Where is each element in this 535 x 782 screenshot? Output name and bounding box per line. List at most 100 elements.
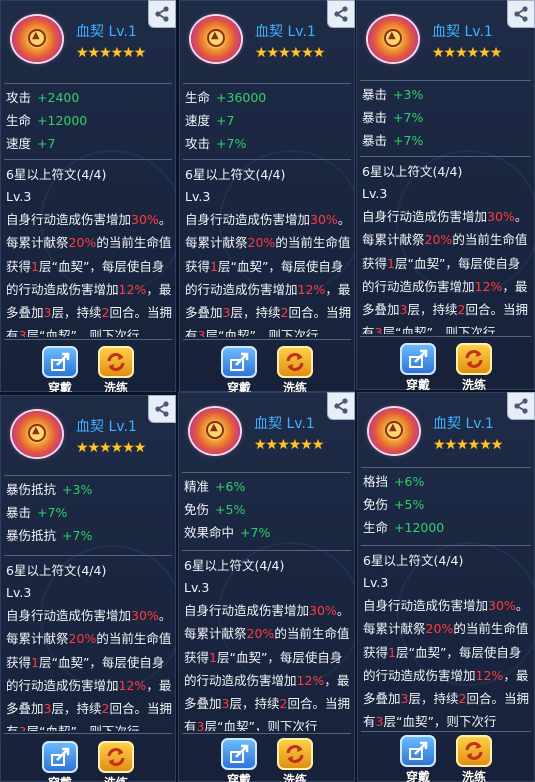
share-button[interactable] xyxy=(327,0,355,28)
set-bonus-description: 自身行动造成伤害增加30%。每累计献祭20%的当前生命值获得1层“血契”，每层使… xyxy=(185,208,351,337)
desc-text: 层“血契”，则下次行 xyxy=(26,328,140,337)
rune-card: 血契 Lv.1 ★★★★★★ 暴伤抵抗 +3% 暴击 +7% 暴伤抵抗 +7% 6星以上符文(4… xyxy=(0,395,176,782)
reforge-button[interactable]: 洗练 xyxy=(274,346,316,392)
share-button[interactable] xyxy=(327,392,355,420)
star-rating: ★★★★★★ xyxy=(254,437,324,453)
equip-label: 穿戴 xyxy=(405,378,430,390)
star-rating: ★★★★★★ xyxy=(432,45,502,61)
reforge-label: 洗练 xyxy=(103,381,128,392)
divider xyxy=(183,339,351,340)
equip-button[interactable]: 穿戴 xyxy=(218,346,260,392)
equip-button[interactable]: 穿戴 xyxy=(397,343,439,390)
reforge-button[interactable]: 洗练 xyxy=(274,738,316,782)
set-bonus-level: Lv.3 xyxy=(362,186,388,201)
stat-name: 攻击 xyxy=(6,90,32,105)
set-bonus: 6星以上符文(4/4) Lv.3 自身行动造成伤害增加30%。每累计献祭20%的当前… xyxy=(185,164,351,337)
highlight-value: 12% xyxy=(296,672,325,688)
stat-list: 格挡 +6% 免伤 +5% 生命 +12000 xyxy=(363,470,444,539)
set-bonus: 6星以上符文(4/4) Lv.3 自身行动造成伤害增加30%。每累计献祭20%的当前… xyxy=(6,164,172,337)
stat-name: 效果命中 xyxy=(184,525,235,540)
share-button[interactable] xyxy=(148,395,176,423)
stat-value: +5% xyxy=(394,497,425,512)
rune-title: 血契 Lv.1 xyxy=(254,416,315,432)
reforge-icon xyxy=(98,741,134,773)
desc-text: 层“血契”，则下次行 xyxy=(205,328,319,337)
stat-value: +6% xyxy=(215,479,246,494)
rune-title: 血契 Lv.1 xyxy=(255,24,316,40)
action-buttons: 穿戴 洗练 xyxy=(397,735,495,782)
set-bonus-description: 自身行动造成伤害增加30%。每累计献祭20%的当前生命值获得1层“血契”，每层使… xyxy=(362,205,531,334)
reforge-button[interactable]: 洗练 xyxy=(453,735,495,782)
highlight-value: 12% xyxy=(475,667,504,683)
highlight-value: 20% xyxy=(246,626,275,642)
stat-name: 免伤 xyxy=(363,497,389,512)
star-rating: ★★★★★★ xyxy=(255,45,325,61)
reforge-button[interactable]: 洗练 xyxy=(95,346,137,392)
stat-row: 格挡 +6% xyxy=(363,470,444,493)
rune-gem-icon xyxy=(191,16,241,62)
stat-value: +5% xyxy=(215,502,246,517)
highlight-value: 1 xyxy=(388,644,396,660)
divider xyxy=(183,83,351,84)
desc-text: 层，持续 xyxy=(407,302,458,318)
set-bonus: 6星以上符文(4/4) Lv.3 自身行动造成伤害增加30%。每累计献祭20%的当前… xyxy=(362,161,531,334)
reforge-button[interactable]: 洗练 xyxy=(95,741,137,782)
reforge-button[interactable]: 洗练 xyxy=(453,343,495,390)
reforge-label: 洗练 xyxy=(461,378,486,390)
stat-row: 精准 +6% xyxy=(184,475,270,498)
equip-icon xyxy=(221,346,257,378)
desc-text: 层，持续 xyxy=(229,696,280,712)
stat-row: 暴击 +7% xyxy=(362,106,423,129)
rune-gem-icon xyxy=(368,16,418,62)
stat-value: +7% xyxy=(62,528,93,543)
reforge-label: 洗练 xyxy=(461,770,486,782)
divider xyxy=(361,467,531,468)
rune-gem-icon xyxy=(369,408,419,454)
set-bonus-level: Lv.3 xyxy=(363,575,389,590)
divider xyxy=(361,731,531,732)
desc-text: 层，持续 xyxy=(51,305,102,321)
rune-card: 血契 Lv.1 ★★★★★★ 生命 +36000 速度 +7 攻击 +7% 6星以上符文(4/4… xyxy=(179,0,355,392)
stat-row: 生命 +12000 xyxy=(363,516,444,539)
rune-card: 血契 Lv.1 ★★★★★★ 格挡 +6% 免伤 +5% 生命 +12000 6星以上符文(4/… xyxy=(357,392,535,782)
equip-label: 穿戴 xyxy=(226,381,251,392)
set-bonus-description: 自身行动造成伤害增加30%。每累计献祭20%的当前生命值获得1层“血契”，每层使… xyxy=(184,599,351,731)
divider xyxy=(183,159,351,160)
equip-icon xyxy=(400,735,436,767)
set-bonus-description: 自身行动造成伤害增加30%。每累计献祭20%的当前生命值获得1层“血契”，每层使… xyxy=(6,208,172,337)
set-bonus-header: 6星以上符文(4/4) xyxy=(362,164,463,179)
set-bonus-header: 6星以上符文(4/4) xyxy=(185,167,286,182)
stat-row: 生命 +36000 xyxy=(185,86,266,109)
share-button[interactable] xyxy=(507,0,535,28)
star-rating: ★★★★★★ xyxy=(76,440,146,456)
highlight-value: 1 xyxy=(209,649,217,665)
divider xyxy=(360,336,531,337)
stat-value: +7 xyxy=(216,113,235,128)
equip-button[interactable]: 穿戴 xyxy=(218,738,260,782)
stat-name: 暴击 xyxy=(362,110,388,125)
set-bonus: 6星以上符文(4/4) Lv.3 自身行动造成伤害增加30%。每累计献祭20%的当前… xyxy=(184,555,351,731)
stat-list: 暴伤抵抗 +3% 暴击 +7% 暴伤抵抗 +7% xyxy=(6,478,92,547)
share-icon xyxy=(155,401,169,417)
reforge-label: 洗练 xyxy=(95,774,137,782)
share-icon xyxy=(334,398,348,414)
divider xyxy=(4,555,172,556)
equip-button[interactable]: 穿戴 xyxy=(397,735,439,782)
stat-list: 攻击 +2400 生命 +12000 速度 +7 xyxy=(6,86,87,155)
highlight-value: 30% xyxy=(487,209,515,224)
stat-value: +7% xyxy=(37,505,68,520)
stat-row: 攻击 +2400 xyxy=(6,86,87,109)
rune-gem-icon xyxy=(12,16,62,62)
share-button[interactable] xyxy=(507,392,535,420)
set-bonus-description: 自身行动造成伤害增加30%。每累计献祭20%的当前生命值获得1层“血契”，每层使… xyxy=(6,604,172,731)
equip-button[interactable]: 穿戴 xyxy=(39,741,81,782)
set-bonus-level: Lv.3 xyxy=(185,189,211,204)
highlight-value: 1 xyxy=(210,258,218,274)
rune-gem-icon xyxy=(12,411,62,457)
stat-value: +7% xyxy=(393,133,424,148)
reforge-icon xyxy=(277,738,313,770)
share-button[interactable] xyxy=(148,0,176,28)
equip-button[interactable]: 穿戴 xyxy=(39,346,81,392)
stat-name: 生命 xyxy=(6,113,32,128)
equip-label: 穿戴 xyxy=(405,770,430,782)
